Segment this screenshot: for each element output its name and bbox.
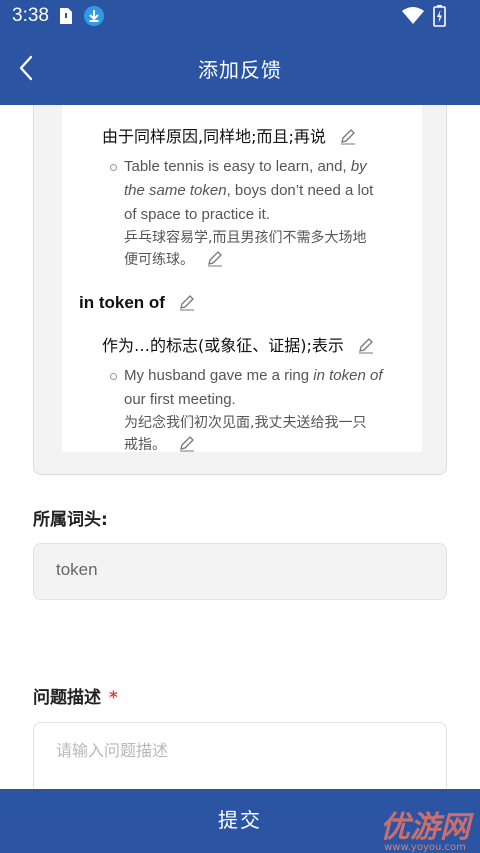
dictionary-preview-content[interactable]: 由于同样原因,同样地;而且;再说 Table tennis is easy to… — [62, 105, 422, 452]
status-bar: 3:38 — [0, 0, 480, 34]
watermark-logo: 优游网 www.yoyou.com — [380, 810, 474, 853]
edit-pencil-icon[interactable] — [339, 127, 357, 145]
edit-pencil-icon[interactable] — [178, 293, 196, 311]
page-title: 添加反馈 — [198, 58, 282, 82]
edit-pencil-icon[interactable] — [357, 336, 375, 354]
example-bullet — [110, 373, 117, 380]
top-bar: 3:38 添加反馈 — [0, 0, 480, 105]
description-placeholder: 请输入问题描述 — [56, 741, 169, 760]
headword-label: 所属词头: — [33, 510, 108, 530]
download-icon — [84, 6, 104, 26]
example-2-chinese: 为纪念我们初次见面,我丈夫送给我一只 戒指。 — [124, 415, 367, 452]
edit-pencil-icon[interactable] — [206, 249, 224, 267]
example-1-english: Table tennis is easy to learn, and, by t… — [124, 158, 374, 223]
definition-2: 作为…的标志(或象征、证据);表示 — [102, 332, 375, 356]
sim-card-icon — [60, 8, 72, 24]
svg-text:优游网: 优游网 — [380, 810, 474, 845]
definition-1: 由于同样原因,同样地;而且;再说 — [102, 123, 357, 147]
dictionary-preview-card: 由于同样原因,同样地;而且;再说 Table tennis is easy to… — [33, 105, 447, 475]
headword-value: token — [56, 560, 98, 579]
app-header: 添加反馈 — [0, 34, 480, 105]
wifi-icon — [402, 7, 424, 24]
example-bullet — [110, 164, 117, 171]
edit-pencil-icon[interactable] — [178, 434, 196, 452]
svg-text:www.yoyou.com: www.yoyou.com — [384, 842, 466, 853]
phrase-heading: in token of — [79, 293, 196, 313]
battery-charging-icon — [433, 5, 446, 27]
example-2-english: My husband gave me a ring in token of ou… — [124, 367, 383, 408]
headword-field[interactable]: token — [33, 543, 447, 600]
description-label: 问题描述 * — [33, 688, 118, 708]
status-time: 3:38 — [12, 5, 49, 26]
required-mark: * — [109, 688, 118, 708]
example-1-chinese: 乒乓球容易学,而且男孩们不需多大场地 便可练球。 — [124, 230, 367, 268]
